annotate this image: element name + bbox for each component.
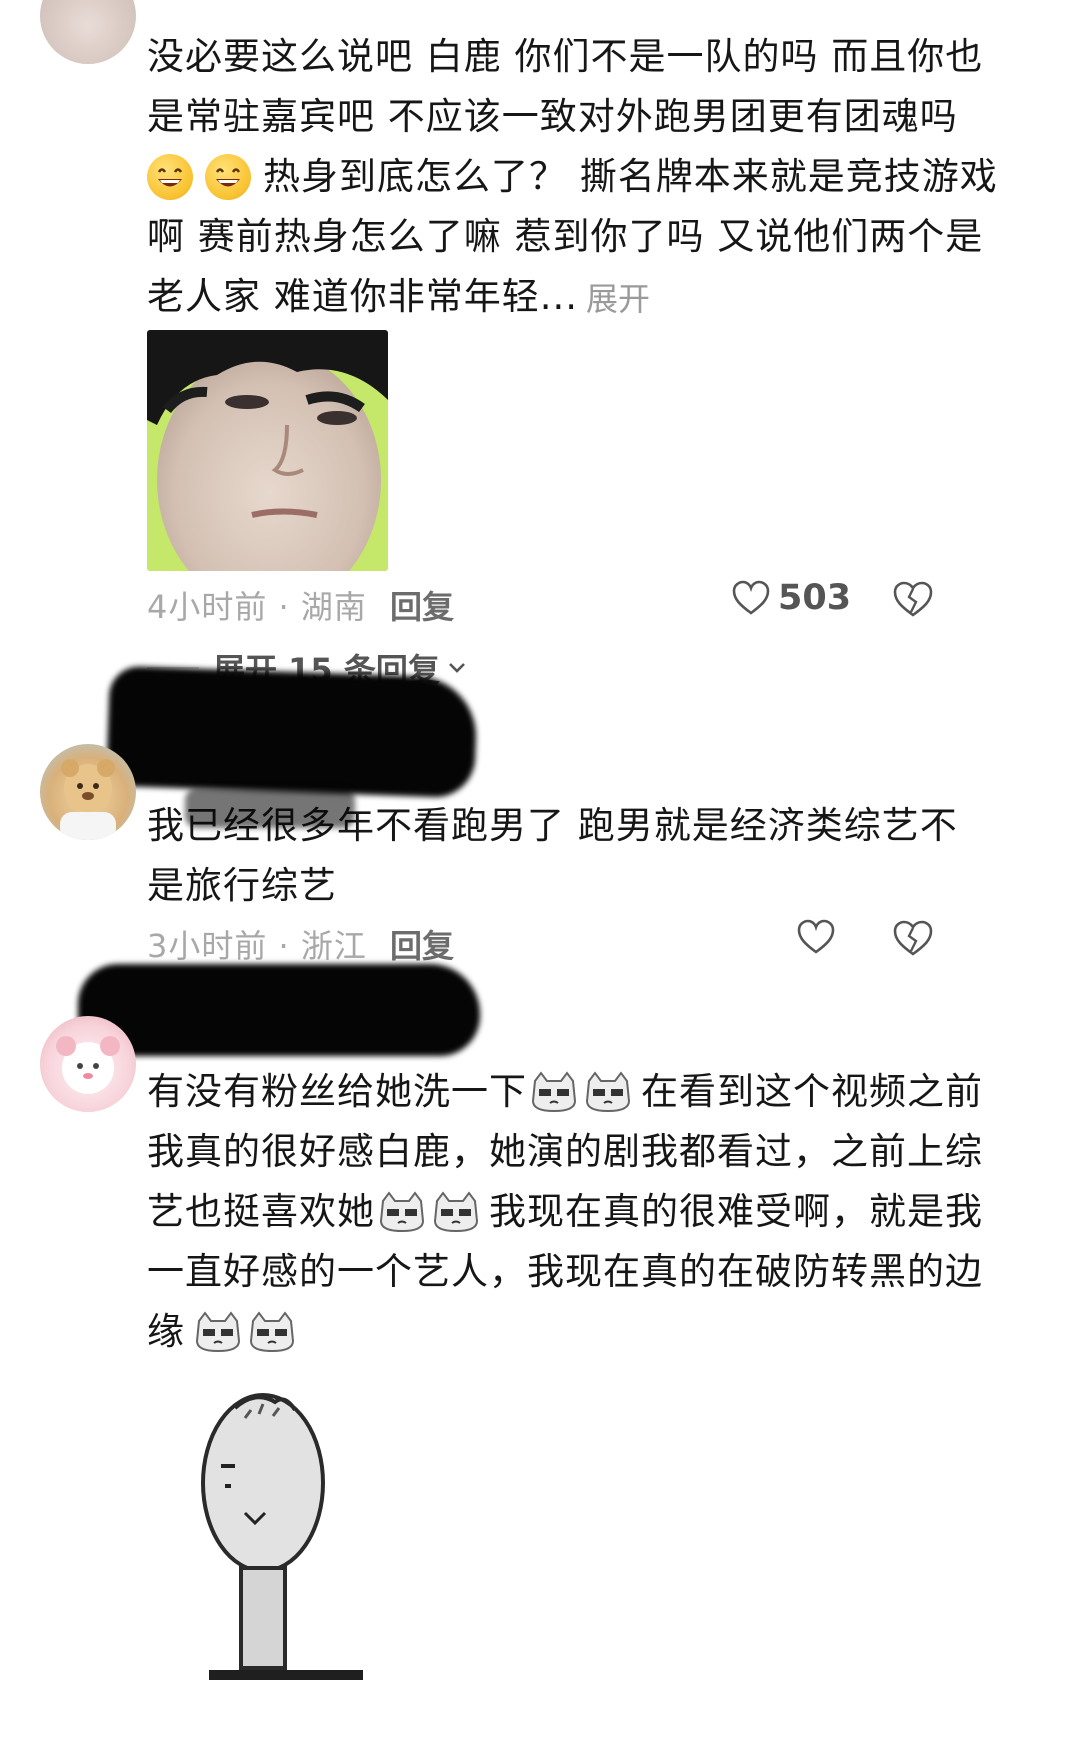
redaction-mark [106,665,478,799]
broken-heart-icon [893,581,933,617]
heart-icon [732,580,770,615]
chevron-down-icon [448,663,465,673]
avatar[interactable] [40,0,136,64]
round-head-sticker-image [201,1393,363,1680]
comment-text-row: 缘 [147,1299,299,1364]
like-button[interactable] [797,919,835,959]
redaction-mark [185,788,355,828]
face-photo-image [147,330,388,571]
comment-text-line: 热身到底怎么了？ 撕名牌本来就是竞技游戏 [263,155,998,198]
dislike-button[interactable] [893,919,933,961]
reply-button[interactable]: 回复 [390,921,454,967]
grinning-emoji-icon [205,153,251,200]
comment-text-line: 在看到这个视频之前 [641,1070,983,1113]
dislike-button[interactable] [893,580,933,622]
broken-heart-icon [893,920,933,956]
comment-text-line: 没必要这么说吧 白鹿 你们不是一队的吗 而且你也 [147,35,984,78]
comment-text-row: 艺也挺喜欢她 我现在真的很难受啊，就是我 [147,1179,983,1244]
cat-emoji-icon [379,1190,425,1232]
comment-text-line: 啊 赛前热身怎么了嘛 惹到你了吗 又说他们两个是 [147,215,984,258]
comment-text-line: 是旅行综艺 [147,864,337,907]
comment-text-line: 缘 [147,1310,185,1353]
expand-text-link[interactable]: 展开 [586,274,650,320]
heart-icon [797,919,835,954]
comment-text-line: 是常驻嘉宾吧 不应该一致对外跑男团更有团魂吗 [147,95,958,138]
comment-text-row: 热身到底怎么了？ 撕名牌本来就是竞技游戏 [147,144,998,209]
comment-text-row: 有没有粉丝给她洗一下 在看到这个视频之前 [147,1059,983,1124]
comment-meta: 3小时前 · 浙江 [147,927,367,965]
cat-emoji-icon [195,1310,241,1352]
comment-text-line: 有没有粉丝给她洗一下 [147,1070,527,1113]
comment-meta: 4小时前 · 湖南 [147,588,367,626]
comment-image[interactable] [147,330,388,571]
cat-emoji-icon [433,1190,479,1232]
grinning-emoji-icon [147,153,193,200]
cat-emoji-icon [585,1070,631,1112]
comment-text-line: 艺也挺喜欢她 [147,1190,375,1233]
reply-button[interactable]: 回复 [390,582,454,628]
comment-text-line: 老人家 难道你非常年轻... [147,275,579,318]
comment-text-line: 我现在真的很难受啊，就是我 [489,1190,983,1233]
redaction-mark [78,964,480,1056]
cat-emoji-icon [531,1070,577,1112]
comment-text-line: 我真的很好感白鹿，她演的剧我都看过，之前上综 [147,1130,983,1173]
like-count: 503 [778,578,852,618]
like-button[interactable]: 503 [732,578,851,618]
comment-sticker[interactable] [195,1388,375,1739]
comment-text-line: 一直好感的一个艺人，我现在真的在破防转黑的边 [147,1250,983,1293]
avatar[interactable] [40,744,136,840]
avatar[interactable] [40,1016,136,1112]
cat-emoji-icon [249,1310,295,1352]
